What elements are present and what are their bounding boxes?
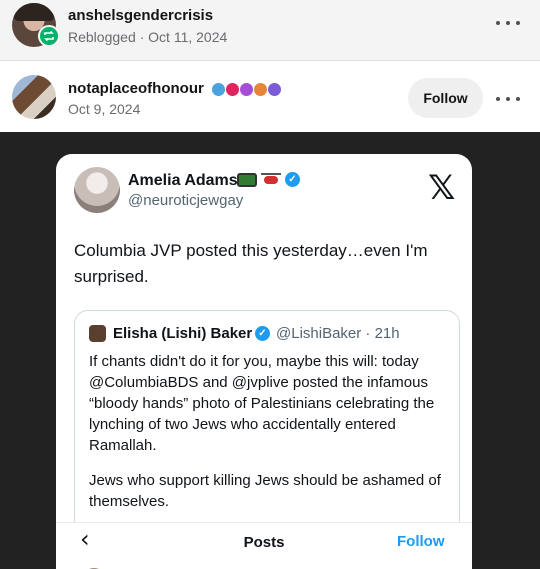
reblog-header: anshelsgendercrisis Reblogged · Oct 11, … bbox=[0, 0, 540, 61]
tweet-display-name: Amelia Adams bbox=[128, 172, 238, 189]
quoted-avatar bbox=[89, 325, 106, 342]
reblog-timestamp[interactable]: Reblogged · Oct 11, 2024 bbox=[68, 29, 227, 45]
badge-icon bbox=[254, 83, 267, 96]
badge-icon bbox=[268, 83, 281, 96]
tweet-handle: @neuroticjewgay bbox=[128, 192, 244, 209]
tweet-card: Amelia Adams ✓ @neuroticjewgay 𝕏 Columbi… bbox=[56, 154, 472, 569]
poster-username[interactable]: notaplaceofhonour bbox=[68, 80, 204, 97]
badge-icon bbox=[212, 83, 225, 96]
quoted-handle-time: @LishiBaker · 21h bbox=[276, 325, 400, 342]
quoted-paragraph: If chants didn't do it for you, maybe th… bbox=[89, 353, 435, 454]
verified-badge-icon: ✓ bbox=[285, 172, 300, 187]
badge-icon bbox=[240, 83, 253, 96]
quoted-name: Elisha (Lishi) Baker bbox=[113, 325, 253, 342]
nav-follow-label: Follow bbox=[397, 533, 445, 550]
post-image[interactable]: Amelia Adams ✓ @neuroticjewgay 𝕏 Columbi… bbox=[0, 132, 540, 569]
quoted-tweet: Elisha (Lishi) Baker ✓ @LishiBaker · 21h… bbox=[74, 310, 460, 542]
name-emojis: ✓ bbox=[237, 172, 300, 187]
computer-emoji-icon bbox=[237, 172, 257, 187]
badge-icon bbox=[226, 83, 239, 96]
reblogger-username[interactable]: anshelsgendercrisis bbox=[68, 7, 213, 24]
verified-badge-icon: ✓ bbox=[255, 326, 270, 341]
quoted-text: If chants didn't do it for you, maybe th… bbox=[89, 351, 454, 512]
helicopter-emoji-icon bbox=[261, 172, 281, 187]
poster-avatar[interactable] bbox=[12, 75, 56, 119]
x-logo-icon: 𝕏 bbox=[428, 168, 456, 208]
tweet-avatar bbox=[74, 167, 120, 213]
tweet-nav-bar: ‹ Posts Follow bbox=[56, 522, 472, 562]
quoted-paragraph: Jews who support killing Jews should be … bbox=[89, 472, 441, 510]
user-badges bbox=[212, 83, 281, 96]
tweet-text: Columbia JVP posted this yesterday…even … bbox=[74, 241, 428, 286]
post-header: notaplaceofhonour Oct 9, 2024 Follow bbox=[0, 62, 540, 132]
more-options-icon[interactable] bbox=[496, 91, 520, 107]
reblog-icon bbox=[38, 25, 60, 47]
follow-button[interactable]: Follow bbox=[408, 78, 483, 118]
more-options-icon[interactable] bbox=[496, 15, 520, 31]
post-date[interactable]: Oct 9, 2024 bbox=[68, 101, 140, 117]
